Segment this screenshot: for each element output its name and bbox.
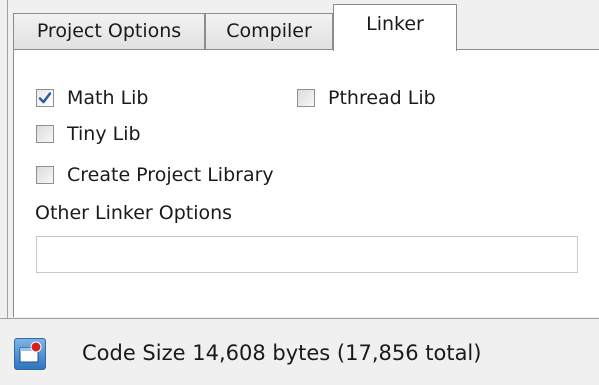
math-lib-checkbox[interactable]	[36, 89, 54, 107]
tiny-lib-checkbox-row[interactable]: Tiny Lib	[36, 120, 141, 148]
create-project-library-checkbox-row[interactable]: Create Project Library	[36, 161, 274, 189]
tab-strip: Project Options Compiler Linker	[13, 0, 599, 51]
pthread-lib-checkbox[interactable]	[297, 89, 315, 107]
other-linker-options-input[interactable]	[36, 236, 578, 273]
linker-panel: Math Lib Pthread Lib Tiny Lib Create Pro…	[13, 49, 599, 317]
create-project-library-label: Create Project Library	[67, 164, 274, 186]
pthread-lib-label: Pthread Lib	[328, 87, 436, 109]
tab-project-options[interactable]: Project Options	[13, 13, 205, 49]
pthread-lib-checkbox-row[interactable]: Pthread Lib	[297, 84, 436, 112]
check-mark-icon	[38, 92, 52, 104]
linker-options-window: Project Options Compiler Linker Math Lib…	[0, 0, 599, 385]
tiny-lib-checkbox[interactable]	[36, 125, 54, 143]
code-size-status: Code Size 14,608 bytes (17,856 total)	[82, 341, 482, 365]
other-linker-options-label: Other Linker Options	[35, 202, 233, 224]
status-bar: Code Size 14,608 bytes (17,856 total)	[0, 318, 599, 385]
tab-compiler[interactable]: Compiler	[205, 13, 333, 49]
tiny-lib-label: Tiny Lib	[67, 123, 141, 145]
create-project-library-checkbox[interactable]	[36, 166, 54, 184]
tab-linker[interactable]: Linker	[333, 4, 457, 51]
project-status-icon[interactable]	[14, 338, 46, 370]
math-lib-label: Math Lib	[67, 87, 149, 109]
window-alert-icon	[19, 341, 42, 363]
window-left-frame	[0, 0, 8, 318]
math-lib-checkbox-row[interactable]: Math Lib	[36, 84, 149, 112]
